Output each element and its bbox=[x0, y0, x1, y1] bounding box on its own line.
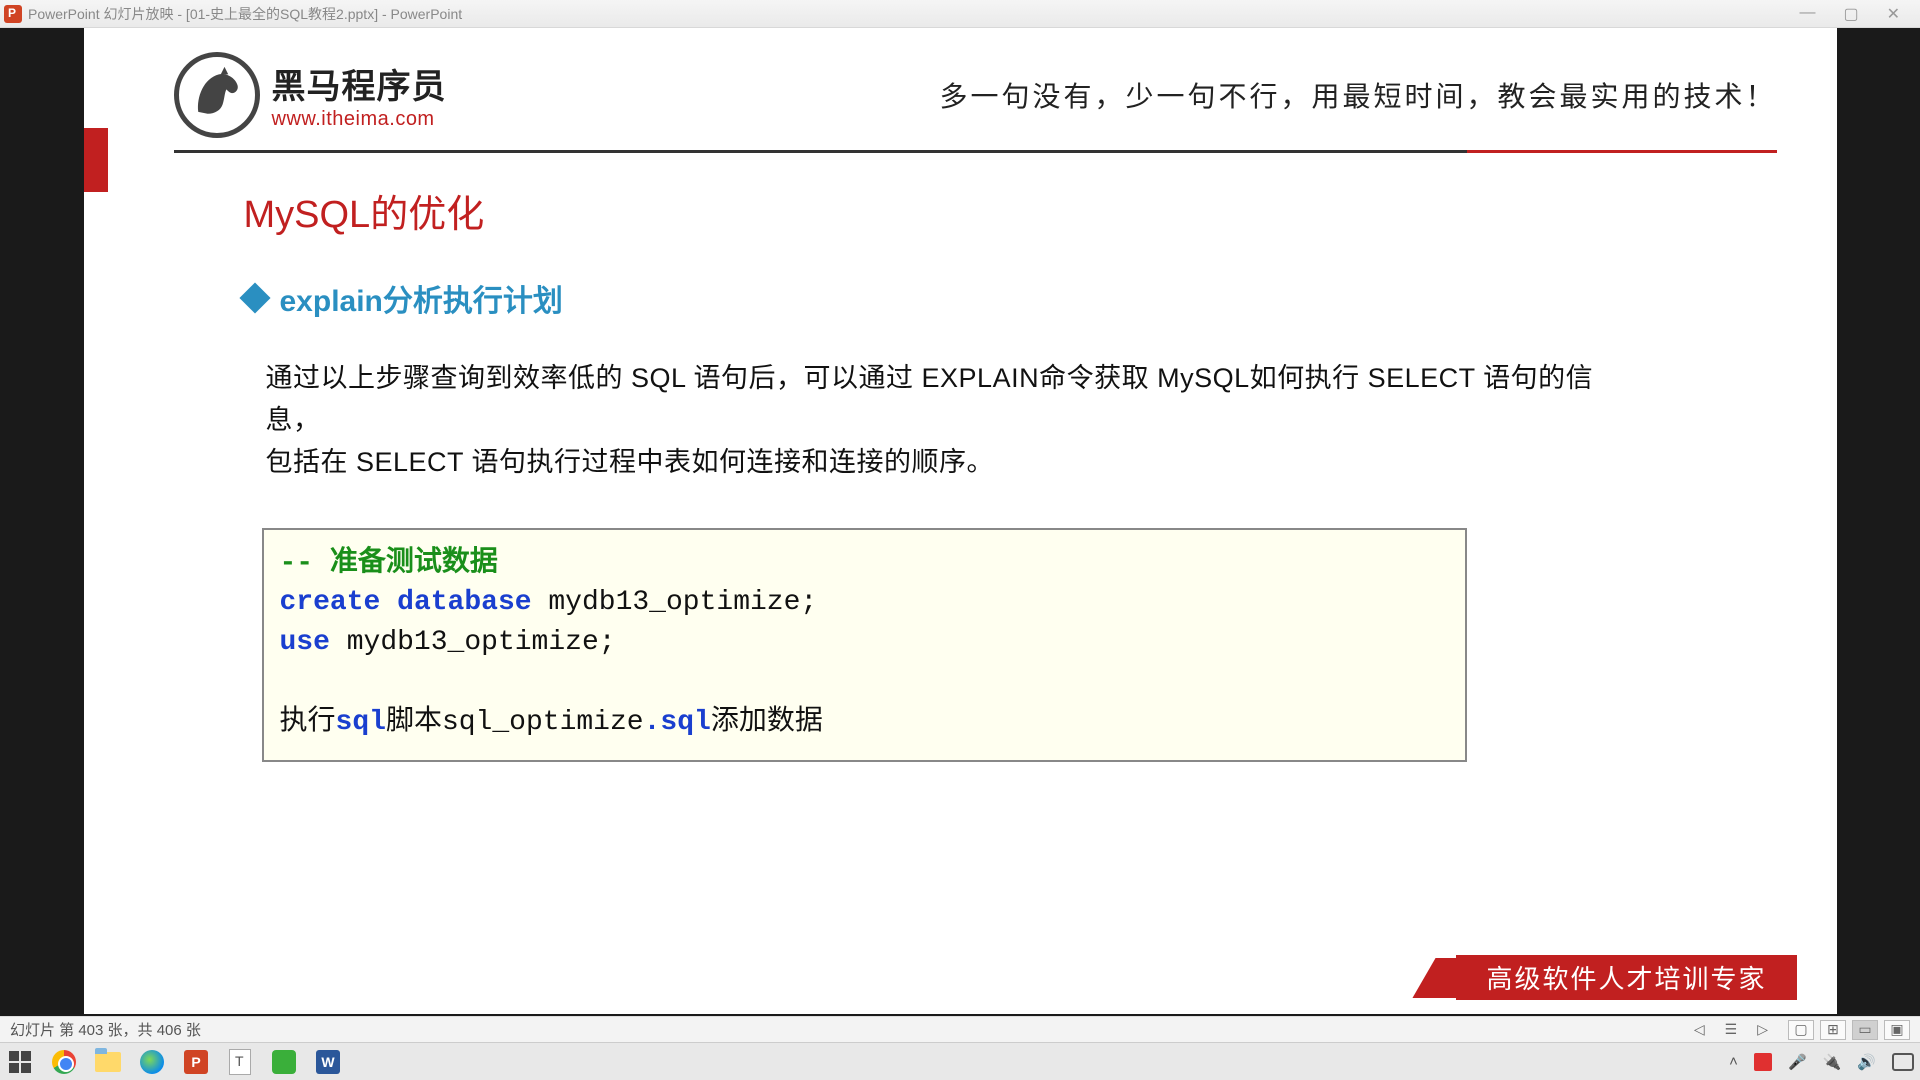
sorter-view-button[interactable]: ⊞ bbox=[1820, 1020, 1846, 1040]
normal-view-button[interactable]: ▢ bbox=[1788, 1020, 1814, 1040]
code-kw-use: use bbox=[280, 627, 330, 658]
code-exec-file-b: sql bbox=[660, 707, 710, 738]
code-exec-sql1: sql bbox=[336, 707, 386, 738]
slogan-text: 多一句没有，少一句不行，用最短时间，教会最实用的技术！ bbox=[939, 75, 1776, 115]
code-use-tail: mydb13_optimize; bbox=[330, 627, 616, 658]
code-exec-file-a: sql_optimize bbox=[442, 707, 644, 738]
windows-icon bbox=[9, 1051, 31, 1073]
slide-canvas[interactable]: 黑马程序员 www.itheima.com 多一句没有，少一句不行，用最短时间，… bbox=[84, 28, 1837, 1014]
powerpoint-app-icon bbox=[4, 5, 22, 23]
close-button[interactable]: ✕ bbox=[1887, 4, 1900, 24]
volume-icon[interactable] bbox=[1857, 1053, 1876, 1071]
powerpoint-icon: P bbox=[184, 1050, 208, 1074]
code-block: -- 准备测试数据 create database mydb13_optimiz… bbox=[262, 528, 1467, 763]
tray-app-icon[interactable] bbox=[1754, 1053, 1772, 1071]
word-icon: W bbox=[316, 1050, 340, 1074]
code-exec-dot: . bbox=[644, 707, 661, 738]
taskbar-text-editor[interactable] bbox=[226, 1048, 254, 1076]
text-icon bbox=[229, 1049, 251, 1075]
diamond-bullet-icon bbox=[239, 282, 270, 313]
accent-bar bbox=[84, 128, 108, 192]
slideshow-view-button[interactable]: ▣ bbox=[1884, 1020, 1910, 1040]
power-icon[interactable] bbox=[1823, 1053, 1842, 1071]
code-kw-create: create bbox=[280, 587, 381, 618]
folder-icon bbox=[95, 1052, 121, 1072]
taskbar-navicat[interactable] bbox=[270, 1048, 298, 1076]
view-buttons: ▢ ⊞ ▭ ▣ bbox=[1788, 1020, 1910, 1040]
system-tray: ˄ bbox=[1729, 1053, 1914, 1071]
microphone-icon[interactable] bbox=[1788, 1053, 1807, 1071]
presentation-stage: 黑马程序员 www.itheima.com 多一句没有，少一句不行，用最短时间，… bbox=[0, 28, 1920, 1016]
prev-slide-button[interactable]: ◁ bbox=[1694, 1021, 1705, 1038]
subtitle-row: explain分析执行计划 bbox=[244, 276, 1837, 320]
chrome-icon bbox=[52, 1050, 76, 1074]
powerpoint-status-bar: 幻灯片 第 403 张，共 406 张 ◁ ☰ ▷ ▢ ⊞ ▭ ▣ bbox=[0, 1016, 1920, 1042]
next-slide-button[interactable]: ▷ bbox=[1757, 1021, 1768, 1038]
logo-text: 黑马程序员 www.itheima.com bbox=[272, 59, 447, 131]
notifications-icon[interactable] bbox=[1892, 1053, 1914, 1071]
slide-counter: 幻灯片 第 403 张，共 406 张 bbox=[10, 1019, 201, 1040]
logo-title: 黑马程序员 bbox=[272, 59, 447, 108]
logo-icon bbox=[174, 52, 260, 138]
tray-chevron-icon[interactable]: ˄ bbox=[1729, 1053, 1738, 1070]
header-divider bbox=[174, 150, 1777, 153]
window-controls: — ▢ ✕ bbox=[1799, 4, 1916, 24]
menu-button[interactable]: ☰ bbox=[1725, 1021, 1738, 1038]
reading-view-button[interactable]: ▭ bbox=[1852, 1020, 1878, 1040]
navicat-icon bbox=[272, 1050, 296, 1074]
minimize-button[interactable]: — bbox=[1799, 4, 1815, 24]
window-titlebar: PowerPoint 幻灯片放映 - [01-史上最全的SQL教程2.pptx]… bbox=[0, 0, 1920, 28]
footer-banner: 高级软件人才培训专家 bbox=[1424, 955, 1796, 1000]
slide-title: MySQL的优化 bbox=[244, 183, 1837, 238]
slide-header: 黑马程序员 www.itheima.com 多一句没有，少一句不行，用最短时间，… bbox=[114, 28, 1837, 146]
code-comment-text: 准备测试数据 bbox=[330, 548, 498, 579]
taskbar-word[interactable]: W bbox=[314, 1048, 342, 1076]
code-dbname: mydb13_optimize; bbox=[532, 587, 818, 618]
logo-url: www.itheima.com bbox=[272, 108, 447, 131]
windows-taskbar: P W ˄ bbox=[0, 1042, 1920, 1080]
taskbar-chrome[interactable] bbox=[50, 1048, 78, 1076]
body-line-2: 包括在 SELECT 语句执行过程中表如何连接和连接的顺序。 bbox=[266, 447, 995, 477]
code-kw-database: database bbox=[397, 587, 531, 618]
slide-subtitle: explain分析执行计划 bbox=[280, 276, 563, 320]
code-exec-prefix: 执行 bbox=[280, 707, 336, 738]
code-comment-dashes: -- bbox=[280, 548, 330, 579]
body-line-1: 通过以上步骤查询到效率低的 SQL 语句后，可以通过 EXPLAIN命令获取 M… bbox=[266, 363, 1594, 435]
taskbar-powerpoint[interactable]: P bbox=[182, 1048, 210, 1076]
window-title: PowerPoint 幻灯片放映 - [01-史上最全的SQL教程2.pptx]… bbox=[28, 4, 462, 24]
taskbar-explorer[interactable] bbox=[94, 1048, 122, 1076]
banner-text: 高级软件人才培训专家 bbox=[1456, 955, 1796, 1000]
body-paragraph: 通过以上步骤查询到效率低的 SQL 语句后，可以通过 EXPLAIN命令获取 M… bbox=[266, 358, 1636, 484]
code-exec-mid1: 脚本 bbox=[386, 707, 442, 738]
code-exec-suffix: 添加数据 bbox=[711, 707, 823, 738]
horse-icon bbox=[187, 65, 247, 125]
edge-icon bbox=[140, 1050, 164, 1074]
slide-content: 黑马程序员 www.itheima.com 多一句没有，少一句不行，用最短时间，… bbox=[114, 28, 1837, 1014]
start-button[interactable] bbox=[6, 1048, 34, 1076]
taskbar-browser[interactable] bbox=[138, 1048, 166, 1076]
maximize-button[interactable]: ▢ bbox=[1843, 4, 1858, 24]
